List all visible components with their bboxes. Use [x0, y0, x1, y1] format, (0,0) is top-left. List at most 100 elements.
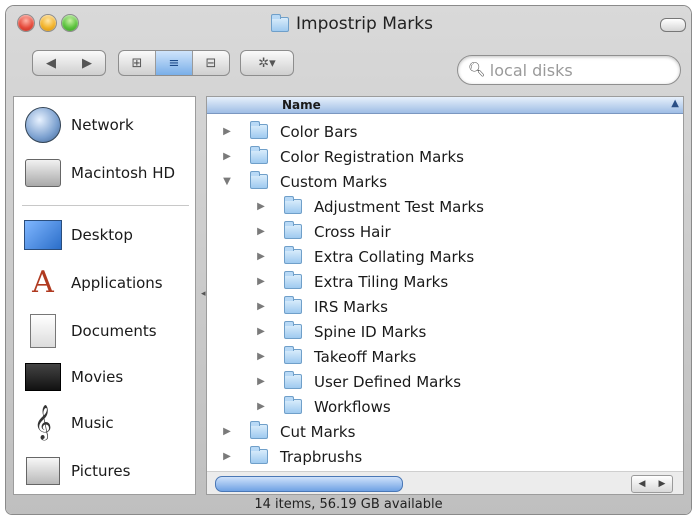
finder-window: Impostrip Marks ◀ ▶ ⊞ ≡ ⊟ ✲▾ 🔍︎ local di…	[6, 6, 691, 514]
list-item[interactable]: ▶ Cut Marks	[207, 419, 683, 444]
action-menu-button[interactable]: ✲▾	[240, 50, 294, 76]
folder-icon	[284, 321, 302, 339]
sidebar-item-label: Desktop	[71, 226, 133, 244]
list-item-label: Extra Collating Marks	[314, 247, 475, 266]
disclosure-open-icon[interactable]: ▼	[221, 176, 233, 187]
disclosure-closed-icon[interactable]: ▶	[255, 301, 267, 312]
disclosure-closed-icon[interactable]: ▶	[221, 151, 233, 162]
sidebar-item-label: Pictures	[71, 462, 131, 480]
zoom-button[interactable]	[62, 15, 78, 31]
sidebar-item-label: Movies	[71, 368, 124, 386]
icon-view-button[interactable]: ⊞	[119, 51, 156, 75]
folder-icon	[284, 271, 302, 289]
disclosure-closed-icon[interactable]: ▶	[255, 351, 267, 362]
sidebar-item-pictures[interactable]: Pictures	[24, 451, 130, 491]
disclosure-closed-icon[interactable]: ▶	[255, 326, 267, 337]
list-item[interactable]: ▶ IRS Marks	[207, 294, 683, 319]
list-item[interactable]: ▶ Adjustment Test Marks	[207, 194, 683, 219]
documents-icon	[24, 313, 62, 349]
sidebar-item-music[interactable]: 𝄞 Music	[24, 403, 114, 443]
list-item-label: Spine ID Marks	[314, 322, 427, 341]
disclosure-closed-icon[interactable]: ▶	[255, 201, 267, 212]
window-title: Impostrip Marks	[271, 12, 433, 36]
list-item-label: Adjustment Test Marks	[314, 197, 484, 216]
list-item[interactable]: ▶ Takeoff Marks	[207, 344, 683, 369]
sidebar-item-desktop[interactable]: Desktop	[24, 215, 133, 255]
list-item[interactable]: ▶ Color Bars	[207, 119, 683, 144]
sidebar-item-label: Music	[71, 414, 114, 432]
list-item[interactable]: ▶ Extra Collating Marks	[207, 244, 683, 269]
disclosure-closed-icon[interactable]: ▶	[255, 251, 267, 262]
disclosure-closed-icon[interactable]: ▶	[255, 226, 267, 237]
folder-icon	[250, 171, 268, 189]
window-title-text: Impostrip Marks	[296, 14, 433, 34]
back-button[interactable]: ◀	[33, 56, 69, 71]
scroll-arrows: ◀ ▶	[631, 475, 673, 493]
movies-icon	[24, 359, 62, 395]
disclosure-closed-icon[interactable]: ▶	[255, 276, 267, 287]
scroll-left-arrow-icon[interactable]: ◀	[632, 476, 652, 492]
disclosure-closed-icon[interactable]: ▶	[221, 126, 233, 137]
list-item-label: Takeoff Marks	[314, 347, 417, 366]
column-header-name[interactable]: Name ▲	[207, 97, 683, 114]
forward-button[interactable]: ▶	[69, 56, 105, 71]
folder-icon	[271, 13, 289, 32]
folder-icon	[250, 121, 268, 139]
list-item[interactable]: ▼ Custom Marks	[207, 169, 683, 194]
folder-icon	[284, 246, 302, 264]
desktop-icon	[24, 217, 62, 253]
list-item-label: Workflows	[314, 397, 391, 416]
disclosure-closed-icon[interactable]: ▶	[221, 426, 233, 437]
disclosure-closed-icon[interactable]: ▶	[255, 401, 267, 412]
list-item-label: Cut Marks	[280, 422, 356, 441]
sidebar-item-label: Applications	[71, 274, 163, 292]
folder-icon	[284, 196, 302, 214]
folder-icon	[284, 221, 302, 239]
list-item[interactable]: ▶ Trapbrushs	[207, 444, 683, 469]
sidebar-item-macintosh-hd[interactable]: Macintosh HD	[24, 153, 175, 193]
list-item-label: Extra Tiling Marks	[314, 272, 449, 291]
list-item[interactable]: ▶ Extra Tiling Marks	[207, 269, 683, 294]
sidebar-item-label: Macintosh HD	[71, 164, 176, 182]
sidebar-item-movies[interactable]: Movies	[24, 357, 123, 397]
splitter-handle[interactable]: ◂	[201, 289, 206, 299]
list-item[interactable]: ▶ Workflows	[207, 394, 683, 419]
list-item-label: IRS Marks	[314, 297, 388, 316]
list-item[interactable]: ▶ Cross Hair	[207, 219, 683, 244]
column-header-label: Name	[282, 98, 321, 112]
column-view-button[interactable]: ⊟	[193, 51, 229, 75]
hard-drive-icon	[24, 155, 62, 191]
search-field[interactable]: 🔍︎ local disks	[457, 55, 681, 85]
applications-icon: A	[32, 265, 54, 300]
list-item-label: Color Bars	[280, 122, 358, 141]
sidebar-item-network[interactable]: Network	[24, 105, 134, 145]
sidebar-item-applications[interactable]: A Applications	[24, 263, 163, 303]
scrollbar-thumb[interactable]	[215, 476, 403, 492]
minimize-button[interactable]	[40, 15, 56, 31]
search-placeholder: local disks	[489, 60, 573, 80]
sidebar-item-label: Documents	[71, 322, 157, 340]
list-item[interactable]: ▶ Color Registration Marks	[207, 144, 683, 169]
scroll-right-arrow-icon[interactable]: ▶	[652, 476, 672, 492]
disclosure-closed-icon[interactable]: ▶	[221, 451, 233, 462]
sort-ascending-icon: ▲	[671, 98, 679, 109]
disclosure-closed-icon[interactable]: ▶	[255, 376, 267, 387]
title-bar[interactable]: Impostrip Marks	[6, 6, 691, 42]
folder-icon	[284, 396, 302, 414]
folder-icon	[284, 371, 302, 389]
list-item[interactable]: ▶ Spine ID Marks	[207, 319, 683, 344]
sidebar-item-documents[interactable]: Documents	[24, 311, 157, 351]
close-button[interactable]	[18, 15, 34, 31]
sidebar-item-label: Network	[71, 116, 134, 134]
music-icon: 𝄞	[34, 405, 52, 440]
list-view-button[interactable]: ≡	[156, 51, 193, 75]
pictures-icon	[24, 453, 62, 489]
sidebar-divider	[22, 205, 189, 206]
folder-icon	[284, 296, 302, 314]
list-item[interactable]: ▶ User Defined Marks	[207, 369, 683, 394]
toolbar-toggle-button[interactable]	[660, 18, 686, 32]
horizontal-scrollbar[interactable]: ◀ ▶	[207, 471, 683, 494]
list-item-label: Trapbrushs	[280, 447, 363, 466]
search-icon: 🔍︎	[468, 62, 486, 78]
list-item-label: Cross Hair	[314, 222, 391, 241]
